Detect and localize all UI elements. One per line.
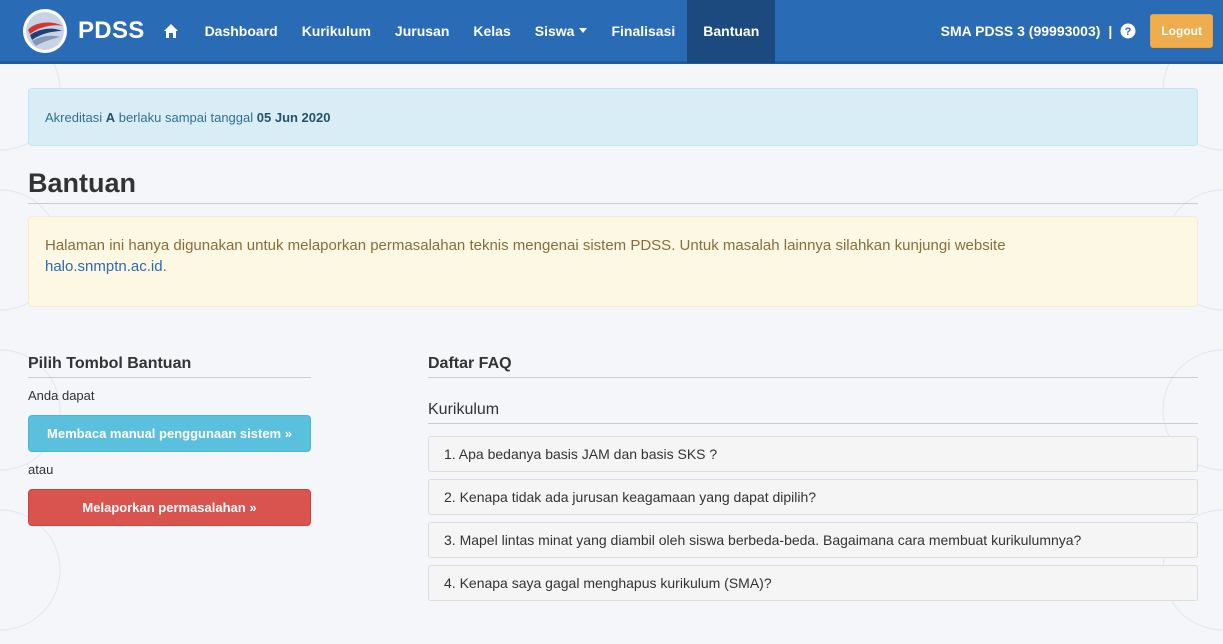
faq-panel: Daftar FAQ Kurikulum 1. Apa bedanya basi…	[428, 355, 1198, 608]
home-icon[interactable]	[163, 21, 183, 41]
faq-item[interactable]: 2. Kenapa tidak ada jurusan keagamaan ya…	[428, 479, 1198, 515]
read-manual-button[interactable]: Membaca manual penggunaan sistem »	[28, 415, 311, 452]
nav-label: Finalisasi	[611, 22, 676, 39]
nav-item-kelas[interactable]: Kelas	[461, 0, 522, 63]
nav-right: SMA PDSS 3 (99993003) | ? Logout	[941, 0, 1213, 63]
faq-item[interactable]: 3. Mapel lintas minat yang diambil oleh …	[428, 522, 1198, 558]
notice-alert: Halaman ini hanya digunakan untuk melapo…	[28, 216, 1198, 307]
svg-text:?: ?	[1125, 26, 1132, 38]
help-intro: Anda dapat	[28, 388, 95, 403]
top-navbar: PDSS Dashboard Kurikulum Jurusan Kelas S…	[0, 0, 1223, 64]
help-title: Pilih Tombol Bantuan	[28, 355, 311, 378]
page-title: Bantuan	[28, 168, 1198, 204]
nav-item-kurikulum[interactable]: Kurikulum	[290, 0, 383, 63]
nav-item-finalisasi[interactable]: Finalisasi	[599, 0, 687, 63]
content-columns: Pilih Tombol Bantuan Anda dapat Membaca …	[28, 355, 1198, 608]
nav-item-jurusan[interactable]: Jurusan	[383, 0, 461, 63]
accreditation-alert: Akreditasi A berlaku sampai tanggal 05 J…	[28, 88, 1198, 146]
main-content: Akreditasi A berlaku sampai tanggal 05 J…	[28, 88, 1198, 608]
faq-category-kurikulum: Kurikulum	[428, 401, 1198, 424]
logout-button[interactable]: Logout	[1150, 13, 1213, 48]
accreditation-date: 05 Jun 2020	[256, 109, 331, 125]
nav-menu: Dashboard Kurikulum Jurusan Kelas Siswa …	[193, 0, 776, 63]
faq-item[interactable]: 4. Kenapa saya gagal menghapus kurikulum…	[428, 565, 1198, 601]
caret-down-icon	[579, 28, 588, 33]
halo-snmptn-link[interactable]: halo.snmptn.ac.id	[45, 258, 163, 275]
school-name[interactable]: SMA PDSS 3 (99993003)	[941, 23, 1101, 39]
accreditation-grade: A	[105, 109, 116, 125]
report-problem-button[interactable]: Melaporkan permasalahan »	[28, 489, 311, 526]
nav-item-siswa-dropdown[interactable]: Siswa	[523, 0, 600, 63]
nav-item-bantuan[interactable]: Bantuan	[687, 0, 776, 63]
nav-label: Siswa	[534, 22, 575, 39]
brand-name: PDSS	[78, 16, 145, 44]
faq-item[interactable]: 1. Apa bedanya basis JAM dan basis SKS ?	[428, 436, 1198, 472]
accreditation-prefix: Akreditasi	[45, 109, 103, 125]
brand[interactable]: PDSS	[22, 0, 145, 63]
pdss-logo-icon	[23, 8, 67, 53]
nav-label: Kurikulum	[301, 22, 371, 39]
faq-title: Daftar FAQ	[428, 355, 1198, 378]
nav-label: Jurusan	[394, 22, 450, 39]
nav-label: Bantuan	[703, 22, 760, 39]
faq-list: 1. Apa bedanya basis JAM dan basis SKS ?…	[428, 436, 1198, 601]
help-or: atau	[28, 462, 54, 477]
accreditation-middle: berlaku sampai tanggal	[118, 109, 254, 125]
notice-suffix: .	[162, 258, 167, 275]
notice-text: Halaman ini hanya digunakan untuk melapo…	[45, 237, 1006, 254]
nav-separator: |	[1108, 22, 1113, 39]
question-circle-icon[interactable]: ?	[1120, 23, 1136, 39]
nav-item-dashboard[interactable]: Dashboard	[193, 0, 290, 63]
nav-label: Dashboard	[204, 22, 278, 39]
help-panel: Pilih Tombol Bantuan Anda dapat Membaca …	[28, 355, 311, 608]
nav-label: Kelas	[473, 22, 511, 39]
